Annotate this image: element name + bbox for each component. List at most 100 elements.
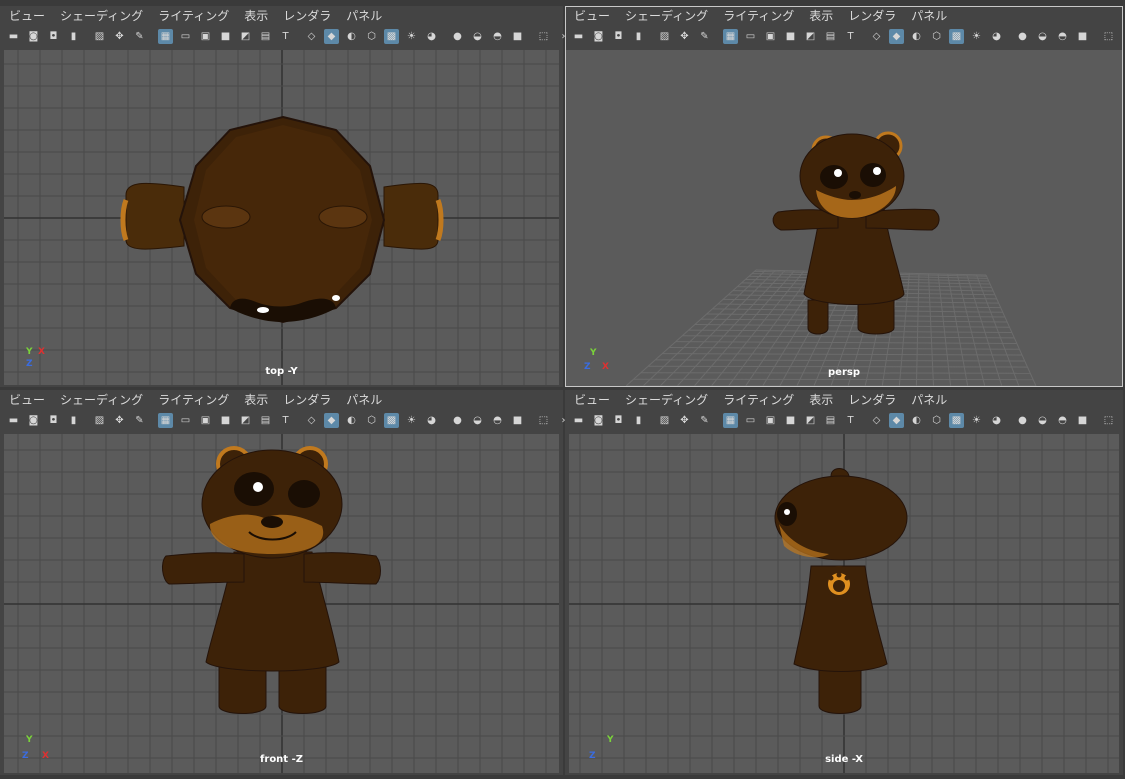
smooth-shade-icon[interactable]: ◆ <box>889 29 904 44</box>
safe-title-icon[interactable]: T <box>278 29 293 44</box>
isolate-select-icon[interactable]: ● <box>450 413 465 428</box>
safe-action-icon[interactable]: ▤ <box>823 29 838 44</box>
image-plane-icon[interactable]: ▨ <box>92 29 107 44</box>
smooth-shade-icon[interactable]: ◆ <box>324 413 339 428</box>
camera-lock-icon[interactable]: ◘ <box>46 29 61 44</box>
grid-icon[interactable]: ▦ <box>158 29 173 44</box>
camera-icon[interactable]: ▬ <box>6 29 21 44</box>
resolution-gate-icon[interactable]: ▣ <box>198 413 213 428</box>
camera-icon[interactable]: ▬ <box>571 29 586 44</box>
wireframe-on-shaded-icon[interactable]: ⬡ <box>364 413 379 428</box>
camera-lock-icon[interactable]: ◘ <box>46 413 61 428</box>
menu-panels[interactable]: パネル <box>346 7 382 24</box>
shadows-icon[interactable]: ◕ <box>424 413 439 428</box>
camera-attributes-icon[interactable]: ◙ <box>591 413 606 428</box>
textured-icon[interactable]: ▩ <box>384 29 399 44</box>
viewport-persp[interactable]: Y X Z persp <box>566 50 1122 386</box>
wireframe-on-shaded-icon[interactable]: ⬡ <box>929 29 944 44</box>
shadows-icon[interactable]: ◕ <box>989 413 1004 428</box>
grease-pencil-icon[interactable]: ✎ <box>132 29 147 44</box>
menu-view[interactable]: ビュー <box>574 391 610 408</box>
wireframe-on-shaded-icon[interactable]: ⬡ <box>364 29 379 44</box>
pan-zoom-icon[interactable]: ✥ <box>677 29 692 44</box>
grid-icon[interactable]: ▦ <box>158 413 173 428</box>
xray-joints-icon[interactable]: ◓ <box>490 413 505 428</box>
more-icon[interactable]: › <box>1121 29 1125 44</box>
image-plane-icon[interactable]: ▨ <box>657 29 672 44</box>
film-gate-icon[interactable]: ▭ <box>178 413 193 428</box>
xray-icon[interactable]: ◒ <box>1035 29 1050 44</box>
select-camera-icon[interactable]: ⬚ <box>1101 413 1116 428</box>
gate-mask-icon[interactable]: ■ <box>783 29 798 44</box>
xray-icon[interactable]: ◒ <box>470 29 485 44</box>
camera-attributes-icon[interactable]: ◙ <box>26 413 41 428</box>
menu-show[interactable]: 表示 <box>809 7 833 24</box>
viewport-top[interactable]: Y X Z top -Y <box>4 50 559 385</box>
menu-renderer[interactable]: レンダラ <box>848 391 896 408</box>
select-camera-icon[interactable]: ⬚ <box>536 413 551 428</box>
pan-zoom-icon[interactable]: ✥ <box>112 413 127 428</box>
select-camera-icon[interactable]: ⬚ <box>1101 29 1116 44</box>
textured-icon[interactable]: ▩ <box>949 29 964 44</box>
default-material-icon[interactable]: ◐ <box>909 29 924 44</box>
xray-icon[interactable]: ◒ <box>1035 413 1050 428</box>
safe-action-icon[interactable]: ▤ <box>258 29 273 44</box>
field-chart-icon[interactable]: ◩ <box>238 29 253 44</box>
bookmark-icon[interactable]: ▮ <box>66 413 81 428</box>
viewport-side[interactable]: Y Z side -X <box>569 434 1119 773</box>
menu-show[interactable]: 表示 <box>809 391 833 408</box>
xray-active-components-icon[interactable]: ■ <box>1075 29 1090 44</box>
use-all-lights-icon[interactable]: ☀ <box>969 413 984 428</box>
pan-zoom-icon[interactable]: ✥ <box>112 29 127 44</box>
xray-joints-icon[interactable]: ◓ <box>490 29 505 44</box>
film-gate-icon[interactable]: ▭ <box>178 29 193 44</box>
default-material-icon[interactable]: ◐ <box>909 413 924 428</box>
bookmark-icon[interactable]: ▮ <box>66 29 81 44</box>
menu-panels[interactable]: パネル <box>911 7 947 24</box>
menu-shading[interactable]: シェーディング <box>625 7 708 24</box>
menu-shading[interactable]: シェーディング <box>625 391 708 408</box>
default-material-icon[interactable]: ◐ <box>344 29 359 44</box>
menu-renderer[interactable]: レンダラ <box>848 7 896 24</box>
gate-mask-icon[interactable]: ■ <box>783 413 798 428</box>
gate-mask-icon[interactable]: ■ <box>218 413 233 428</box>
use-all-lights-icon[interactable]: ☀ <box>969 29 984 44</box>
wireframe-icon[interactable]: ◇ <box>304 413 319 428</box>
pan-zoom-icon[interactable]: ✥ <box>677 413 692 428</box>
default-material-icon[interactable]: ◐ <box>344 413 359 428</box>
xray-active-components-icon[interactable]: ■ <box>510 29 525 44</box>
menu-panels[interactable]: パネル <box>346 391 382 408</box>
camera-icon[interactable]: ▬ <box>571 413 586 428</box>
grid-icon[interactable]: ▦ <box>723 413 738 428</box>
menu-shading[interactable]: シェーディング <box>60 391 143 408</box>
safe-title-icon[interactable]: T <box>843 29 858 44</box>
smooth-shade-icon[interactable]: ◆ <box>889 413 904 428</box>
camera-icon[interactable]: ▬ <box>6 413 21 428</box>
menu-lighting[interactable]: ライティング <box>723 7 794 24</box>
film-gate-icon[interactable]: ▭ <box>743 413 758 428</box>
isolate-select-icon[interactable]: ● <box>1015 29 1030 44</box>
menu-renderer[interactable]: レンダラ <box>283 391 331 408</box>
viewport-panel-persp[interactable]: ビュー シェーディング ライティング 表示 レンダラ パネル ▬ ◙ ◘ ▮ ▨ ✥ ✎ ▦ ▭… <box>565 6 1123 387</box>
film-gate-icon[interactable]: ▭ <box>743 29 758 44</box>
field-chart-icon[interactable]: ◩ <box>238 413 253 428</box>
use-all-lights-icon[interactable]: ☀ <box>404 29 419 44</box>
textured-icon[interactable]: ▩ <box>384 413 399 428</box>
viewport-front[interactable]: Y X Z front -Z <box>4 434 559 773</box>
xray-active-components-icon[interactable]: ■ <box>1075 413 1090 428</box>
xray-joints-icon[interactable]: ◓ <box>1055 413 1070 428</box>
textured-icon[interactable]: ▩ <box>949 413 964 428</box>
safe-action-icon[interactable]: ▤ <box>823 413 838 428</box>
menu-shading[interactable]: シェーディング <box>60 7 143 24</box>
grease-pencil-icon[interactable]: ✎ <box>697 413 712 428</box>
xray-active-components-icon[interactable]: ■ <box>510 413 525 428</box>
menu-view[interactable]: ビュー <box>9 391 45 408</box>
menu-show[interactable]: 表示 <box>244 7 268 24</box>
viewport-panel-front[interactable]: ビュー シェーディング ライティング 表示 レンダラ パネル ▬ ◙ ◘ ▮ ▨ ✥ ✎ ▦ ▭… <box>0 390 566 775</box>
safe-action-icon[interactable]: ▤ <box>258 413 273 428</box>
wireframe-icon[interactable]: ◇ <box>304 29 319 44</box>
wireframe-on-shaded-icon[interactable]: ⬡ <box>929 413 944 428</box>
menu-renderer[interactable]: レンダラ <box>283 7 331 24</box>
grease-pencil-icon[interactable]: ✎ <box>132 413 147 428</box>
image-plane-icon[interactable]: ▨ <box>657 413 672 428</box>
